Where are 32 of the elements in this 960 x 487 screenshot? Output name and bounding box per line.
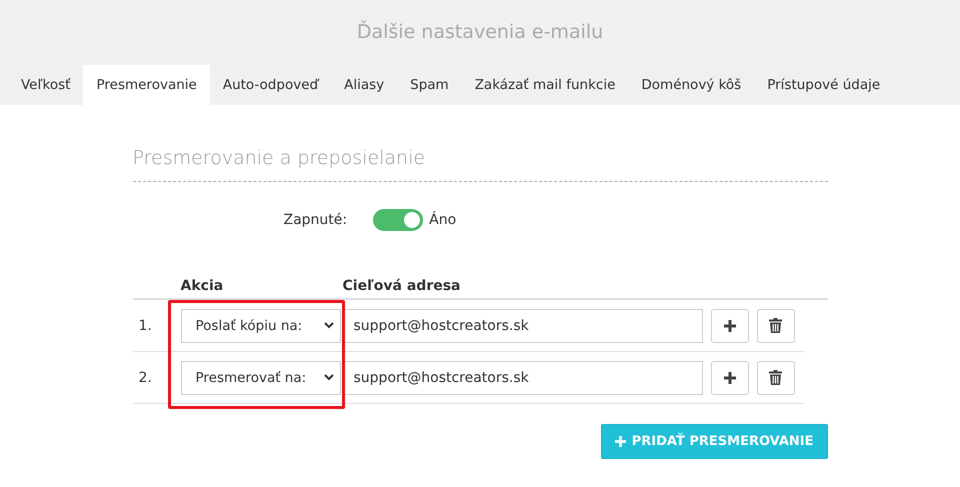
trash-icon <box>769 318 782 333</box>
address-field[interactable]: support@hostcreators.sk <box>342 308 702 342</box>
tab[interactable]: Presmerovanie <box>83 65 210 105</box>
delete-button[interactable] <box>756 308 794 342</box>
row-number: 2. <box>138 370 153 386</box>
trash-icon <box>769 370 782 385</box>
chevron-down-icon <box>324 374 334 381</box>
tab[interactable]: Zakázať mail funkcie <box>462 65 628 105</box>
toggle-switch[interactable] <box>373 209 424 231</box>
delete-button[interactable] <box>756 360 794 394</box>
column-header: Akcia <box>180 278 224 296</box>
column-header: Cieľová adresa <box>342 278 460 296</box>
address-field[interactable]: support@hostcreators.sk <box>342 360 702 394</box>
toggle-value: Áno <box>429 212 456 228</box>
tab[interactable]: Doménový kôš <box>628 65 754 105</box>
row-number: 1. <box>138 318 153 334</box>
add-row-button[interactable] <box>710 360 748 394</box>
tab[interactable]: Spam <box>397 65 462 105</box>
plus-icon <box>614 436 626 447</box>
page-title: Ďalšie nastavenia e-mailu <box>356 21 604 45</box>
tab[interactable]: Auto-odpoveď <box>210 65 332 105</box>
plus-icon <box>724 320 736 332</box>
add-row-button[interactable] <box>710 308 748 342</box>
tab[interactable]: Prístupové údaje <box>754 65 894 105</box>
tab[interactable]: Aliasy <box>331 65 398 105</box>
plus-icon <box>724 372 736 384</box>
chevron-down-icon <box>324 322 334 329</box>
action-dropdown[interactable]: Poslať kópiu na: <box>180 308 340 342</box>
section-title: Presmerovanie a preposielanie <box>132 147 426 171</box>
tab[interactable]: Veľkosť <box>8 65 84 105</box>
toggle-label: Zapnuté: <box>284 212 348 228</box>
action-dropdown[interactable]: Presmerovať na: <box>180 360 340 394</box>
